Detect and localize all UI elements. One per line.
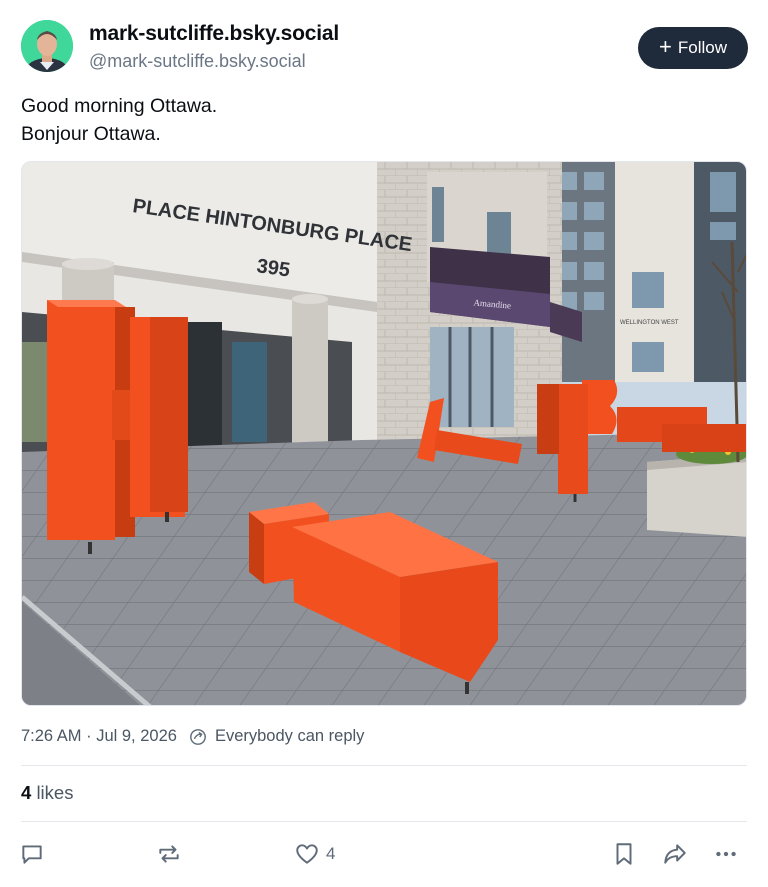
follow-button[interactable]: + Follow — [638, 27, 748, 69]
post-text-line: Good morning Ottawa. — [21, 95, 218, 117]
repost-button[interactable] — [156, 840, 182, 868]
divider — [21, 821, 747, 822]
likes-number: 4 — [21, 782, 32, 803]
reply-button[interactable] — [19, 840, 45, 868]
likes-count[interactable]: 4 likes — [21, 782, 73, 804]
building-number: 395 — [255, 255, 291, 281]
divider — [21, 765, 747, 766]
post-thread-view: mark-sutcliffe.bsky.social @mark-sutclif… — [0, 0, 768, 887]
post-text-line: Bonjour Ottawa. — [21, 123, 161, 145]
reply-settings-icon — [189, 728, 207, 746]
post-meta: 7:26 AM · Jul 9, 2026 Everybody can repl… — [21, 727, 364, 746]
more-icon — [716, 851, 736, 857]
likes-label: likes — [36, 782, 74, 803]
plus-icon: + — [659, 34, 672, 59]
heart-icon — [296, 844, 318, 864]
post-timestamp[interactable]: 7:26 AM · Jul 9, 2026 — [21, 727, 177, 746]
building-sign-text: WELLINGTON WEST — [620, 320, 679, 326]
repost-icon — [159, 845, 179, 863]
comment-icon — [22, 845, 42, 864]
follow-button-label: Follow — [677, 38, 727, 57]
post-text: Good morning Ottawa. Bonjour Ottawa. — [21, 92, 217, 148]
avatar[interactable] — [21, 20, 73, 72]
share-button[interactable] — [662, 840, 688, 868]
author-display-name[interactable]: mark-sutcliffe.bsky.social — [89, 22, 339, 46]
like-button[interactable]: 4 — [294, 840, 335, 868]
bookmark-button[interactable] — [611, 840, 637, 868]
avatar-photo — [21, 20, 73, 72]
post-image[interactable]: WELLINGTON WEST Amandine PLACE HINTONBUR… — [21, 161, 747, 706]
like-count: 4 — [326, 844, 336, 863]
post-image-illustration: WELLINGTON WEST Amandine PLACE HINTONBUR… — [22, 162, 746, 705]
author-handle[interactable]: @mark-sutcliffe.bsky.social — [89, 51, 306, 72]
share-icon — [664, 844, 686, 864]
more-options-button[interactable] — [713, 840, 739, 868]
bookmark-icon — [616, 843, 632, 865]
reply-settings-label: Everybody can reply — [214, 727, 365, 745]
